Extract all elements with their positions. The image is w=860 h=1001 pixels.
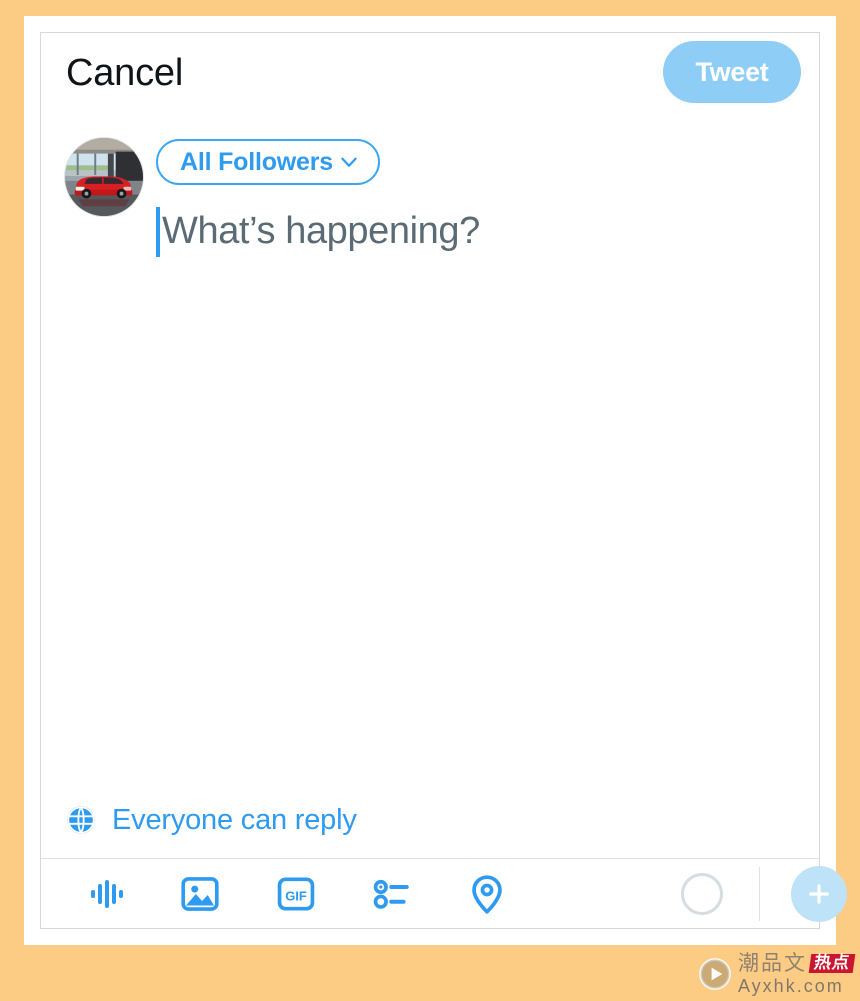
tweet-text-input[interactable]: What’s happening? xyxy=(156,203,799,772)
compose-tweet-screen: Cancel Tweet All Followers What’s happen… xyxy=(40,32,847,929)
audience-selector[interactable]: All Followers xyxy=(156,139,380,185)
site-watermark: 潮品文 热点 Ayxhk.com xyxy=(698,951,856,997)
location-icon[interactable] xyxy=(464,871,510,917)
compose-toolbar: GIF xyxy=(41,858,847,928)
compose-header: Cancel Tweet xyxy=(41,33,819,115)
reply-scope-selector[interactable]: Everyone can reply xyxy=(41,782,819,858)
watermark-badge: 热点 xyxy=(808,953,856,973)
character-counter-ring xyxy=(681,873,723,915)
globe-icon xyxy=(66,805,96,835)
plus-icon xyxy=(809,884,829,904)
watermark-domain: Ayxhk.com xyxy=(738,976,844,996)
tweet-button[interactable]: Tweet xyxy=(663,41,801,103)
tweet-placeholder: What’s happening? xyxy=(162,210,480,252)
add-tweet-button[interactable] xyxy=(791,866,847,922)
composer-body: All Followers What’s happening? xyxy=(41,115,819,782)
audience-label: All Followers xyxy=(180,147,333,176)
text-caret xyxy=(156,207,160,257)
reply-scope-label: Everyone can reply xyxy=(112,803,357,836)
avatar[interactable] xyxy=(64,137,144,217)
audio-icon[interactable] xyxy=(84,871,130,917)
cancel-button[interactable]: Cancel xyxy=(66,50,183,96)
app-card: Cancel Tweet All Followers What’s happen… xyxy=(24,16,847,945)
chevron-down-icon xyxy=(339,152,359,172)
watermark-cn-text: 潮品文 xyxy=(738,951,807,975)
image-icon[interactable] xyxy=(177,871,223,917)
play-icon xyxy=(699,958,731,990)
gif-icon[interactable]: GIF xyxy=(273,871,319,917)
poll-icon[interactable] xyxy=(369,871,415,917)
gif-label: GIF xyxy=(285,888,307,903)
toolbar-divider xyxy=(759,867,760,921)
